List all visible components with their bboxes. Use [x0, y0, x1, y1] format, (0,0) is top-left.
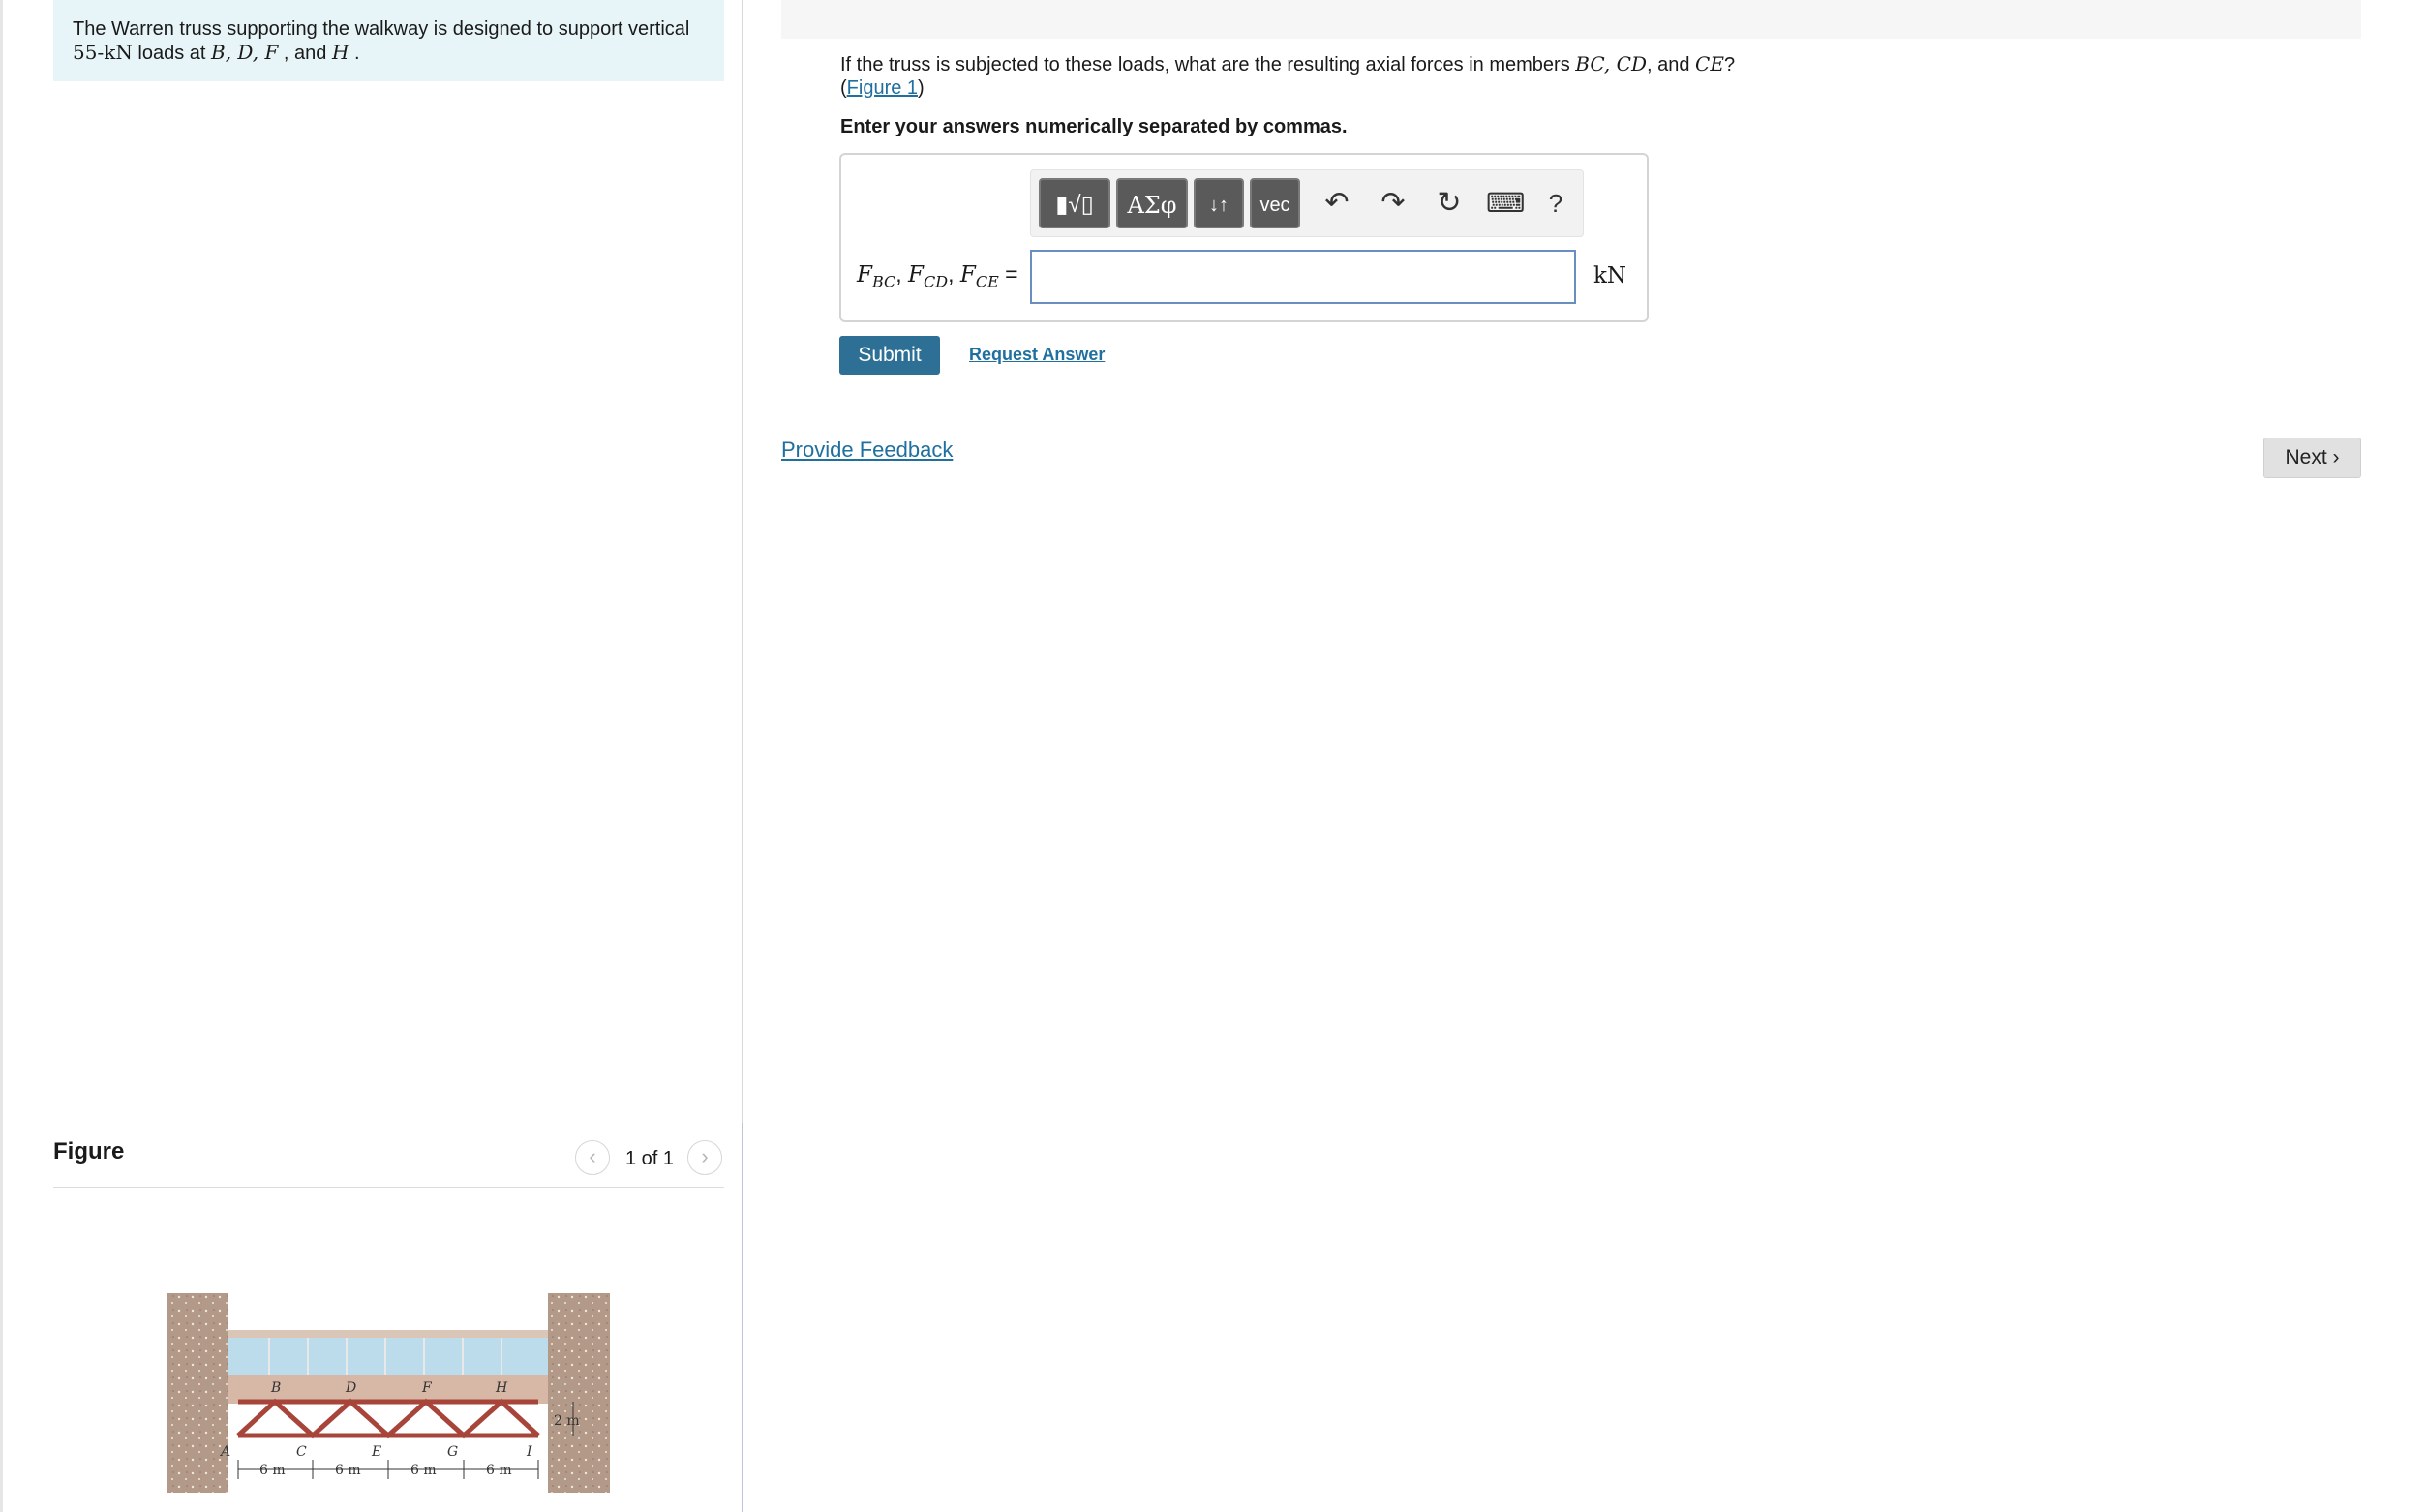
instructions: Enter your answers numerically separated…	[840, 116, 1348, 137]
figure-link-open: (	[840, 77, 847, 99]
figure-divider	[53, 1187, 724, 1188]
label-f1: F	[857, 262, 872, 287]
top-strip	[781, 0, 2361, 39]
answer-label: FBC, FCD, FCE =	[857, 261, 1018, 291]
figure-title: Figure	[53, 1138, 125, 1164]
label-sub3: CE	[975, 272, 999, 291]
reset-icon: ↻	[1437, 187, 1462, 219]
label-f2: F	[908, 262, 925, 287]
redo-icon: ↷	[1380, 187, 1406, 219]
keyboard-button[interactable]: ⌨	[1486, 184, 1525, 223]
arrows-button[interactable]: ↓↑	[1194, 178, 1244, 228]
intro-text-3: , and	[278, 43, 332, 64]
walkway-glass	[228, 1338, 548, 1375]
joint-label-f: F	[421, 1380, 433, 1396]
joint-label-e: E	[371, 1444, 381, 1460]
intro-load-value: 55-kN	[73, 41, 133, 64]
truss-figure[interactable]: B D F H A C E G I 6 m 6 m 6 m 6 m 2 m	[163, 1293, 618, 1512]
question-text-2: , and	[1646, 54, 1696, 76]
greek-symbols-button[interactable]: ΑΣφ	[1116, 178, 1188, 228]
question-text-1: If the truss is subjected to these loads…	[840, 54, 1576, 76]
question-member-last: CE	[1695, 52, 1724, 76]
answer-input[interactable]	[1030, 250, 1576, 304]
dim-label-4: 6 m	[486, 1463, 512, 1478]
left-edge	[0, 0, 3, 1512]
templates-button[interactable]: ▮√▯	[1039, 178, 1110, 228]
dim-label-1: 6 m	[259, 1463, 286, 1478]
arrows-icon: ↓↑	[1209, 195, 1229, 216]
figure-link[interactable]: Figure 1	[847, 77, 918, 99]
question-text-3: ?	[1723, 54, 1736, 76]
reset-button[interactable]: ↻	[1430, 184, 1469, 223]
walkway-roof	[228, 1330, 548, 1338]
figure-next-button[interactable]: ›	[687, 1140, 722, 1175]
next-button[interactable]: Next ›	[2263, 438, 2361, 478]
help-button[interactable]: ?	[1536, 184, 1575, 223]
submit-button[interactable]: Submit	[839, 336, 940, 375]
redo-button[interactable]: ↷	[1374, 184, 1412, 223]
vector-button[interactable]: vec	[1250, 178, 1300, 228]
provide-feedback-link[interactable]: Provide Feedback	[781, 438, 953, 463]
math-toolbar: ▮√▯ ΑΣφ ↓↑ vec ↶ ↷ ↻ ⌨ ?	[1030, 169, 1584, 237]
label-f3: F	[959, 262, 976, 287]
label-sep1: ,	[895, 261, 909, 287]
left-wall	[167, 1293, 228, 1493]
dim-label-height: 2 m	[554, 1413, 580, 1429]
templates-icon: ▮√▯	[1055, 192, 1094, 218]
undo-button[interactable]: ↶	[1318, 184, 1356, 223]
joint-label-i: I	[526, 1444, 532, 1460]
vec-icon: vec	[1259, 195, 1290, 216]
unit-label: kN	[1593, 263, 1627, 288]
dim-label-3: 6 m	[410, 1463, 437, 1478]
label-sep2: ,	[948, 261, 960, 287]
intro-joints: B, D, F	[211, 41, 279, 64]
chevron-left-icon: ‹	[589, 1144, 596, 1168]
request-answer-link[interactable]: Request Answer	[969, 345, 1105, 365]
intro-joint-last: H	[331, 41, 349, 64]
dim-label-2: 6 m	[335, 1463, 361, 1478]
question-text: If the truss is subjected to these loads…	[840, 52, 2002, 100]
greek-icon: ΑΣφ	[1127, 192, 1177, 219]
next-label: Next	[2285, 446, 2327, 469]
figure-prev-button[interactable]: ‹	[575, 1140, 610, 1175]
label-sub2: CD	[924, 272, 949, 291]
warren-truss	[236, 1398, 540, 1439]
figure-link-close: )	[918, 77, 925, 99]
undo-icon: ↶	[1324, 187, 1350, 219]
label-eq: =	[998, 261, 1018, 287]
right-wall	[548, 1293, 610, 1493]
chevron-right-icon: ›	[2332, 446, 2340, 469]
joint-label-b: B	[270, 1380, 281, 1396]
joint-label-d: D	[345, 1380, 356, 1396]
joint-label-a: A	[219, 1444, 230, 1460]
keyboard-icon: ⌨	[1486, 188, 1526, 218]
joint-label-c: C	[296, 1444, 307, 1460]
joint-label-h: H	[495, 1380, 508, 1396]
joint-label-g: G	[447, 1444, 458, 1460]
label-sub1: BC	[871, 272, 896, 291]
intro-text-4: .	[349, 43, 360, 64]
problem-intro: The Warren truss supporting the walkway …	[53, 0, 724, 81]
intro-text-1: The Warren truss supporting the walkway …	[73, 18, 690, 40]
chevron-right-icon: ›	[701, 1144, 709, 1168]
pane-divider-accent	[742, 1123, 743, 1512]
intro-text-2: loads at	[132, 43, 211, 64]
question-members: BC, CD	[1575, 52, 1647, 76]
figure-counter: 1 of 1	[625, 1148, 675, 1169]
help-icon: ?	[1548, 189, 1563, 218]
